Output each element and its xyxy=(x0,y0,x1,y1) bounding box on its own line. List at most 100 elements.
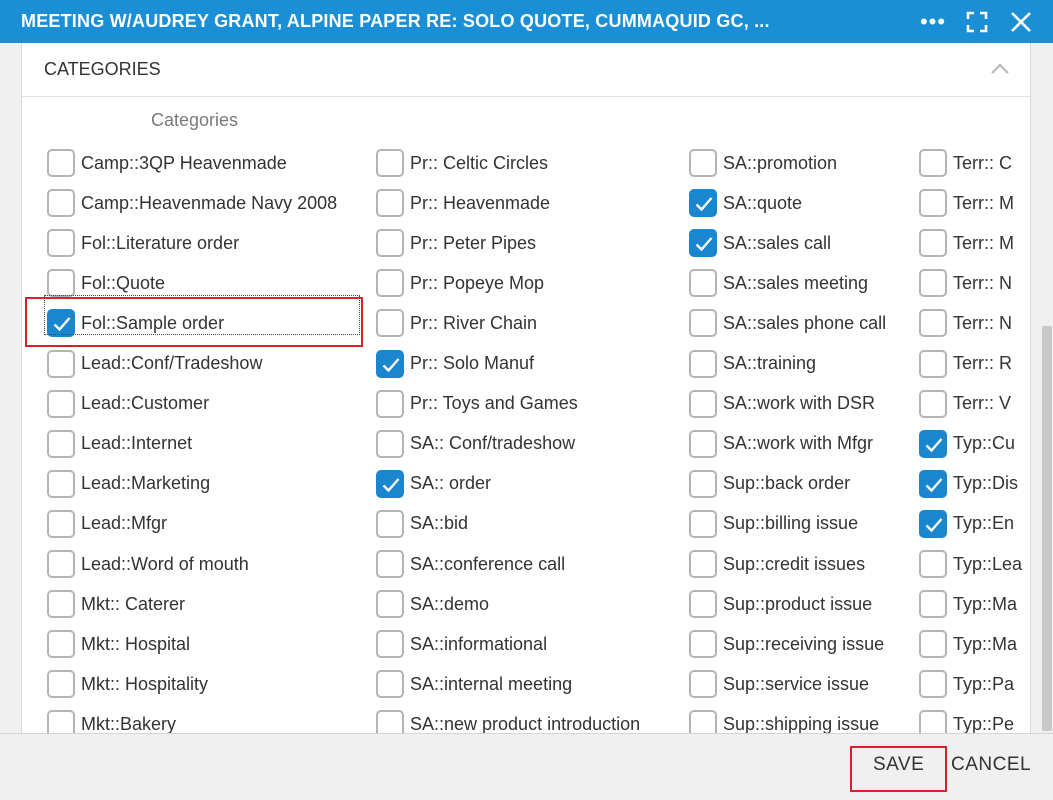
checkbox-unchecked[interactable] xyxy=(919,309,947,338)
category-checkbox[interactable]: Lead::Marketing xyxy=(47,467,210,501)
checkbox-unchecked[interactable] xyxy=(919,630,947,659)
category-checkbox[interactable]: Pr:: Solo Manuf xyxy=(376,347,534,381)
checkbox-unchecked[interactable] xyxy=(689,550,717,578)
checkbox-unchecked[interactable] xyxy=(376,670,404,699)
category-checkbox[interactable]: Terr:: R xyxy=(919,347,1012,381)
checkbox-unchecked[interactable] xyxy=(47,429,75,458)
checkbox-unchecked[interactable] xyxy=(919,670,947,699)
category-checkbox[interactable]: Lead::Mfgr xyxy=(47,507,167,541)
category-checkbox[interactable]: Pr:: River Chain xyxy=(376,306,537,340)
category-checkbox[interactable]: Camp::3QP Heavenmade xyxy=(47,146,287,180)
checkbox-checked[interactable] xyxy=(689,189,717,218)
category-checkbox[interactable]: Mkt::Bakery xyxy=(47,707,176,733)
checkbox-unchecked[interactable] xyxy=(47,229,75,258)
category-checkbox[interactable]: Terr:: N xyxy=(919,306,1012,340)
checkbox-unchecked[interactable] xyxy=(689,349,717,378)
category-checkbox[interactable]: Camp::Heavenmade Navy 2008 xyxy=(47,186,337,220)
checkbox-unchecked[interactable] xyxy=(376,189,404,218)
checkbox-unchecked[interactable] xyxy=(919,189,947,218)
category-checkbox[interactable]: SA::sales meeting xyxy=(689,266,868,300)
checkbox-unchecked[interactable] xyxy=(689,269,717,298)
scrollbar[interactable] xyxy=(1038,140,1053,733)
checkbox-unchecked[interactable] xyxy=(47,269,75,298)
checkbox-unchecked[interactable] xyxy=(689,469,717,498)
category-checkbox[interactable]: Typ::Pa xyxy=(919,667,1014,701)
close-icon[interactable] xyxy=(1005,6,1037,38)
checkbox-unchecked[interactable] xyxy=(47,469,75,498)
category-checkbox[interactable]: Terr:: V xyxy=(919,387,1011,421)
checkbox-unchecked[interactable] xyxy=(689,710,717,733)
category-checkbox[interactable]: Sup::receiving issue xyxy=(689,627,884,661)
category-checkbox[interactable]: Sup::product issue xyxy=(689,587,872,621)
category-checkbox[interactable]: Sup::billing issue xyxy=(689,507,858,541)
category-checkbox[interactable]: Lead::Word of mouth xyxy=(47,547,249,581)
category-checkbox[interactable]: SA::work with DSR xyxy=(689,387,875,421)
checkbox-unchecked[interactable] xyxy=(47,509,75,538)
category-checkbox[interactable]: SA::promotion xyxy=(689,146,837,180)
checkbox-unchecked[interactable] xyxy=(47,670,75,699)
category-checkbox[interactable]: Mkt:: Hospital xyxy=(47,627,190,661)
checkbox-unchecked[interactable] xyxy=(47,710,75,733)
category-checkbox[interactable]: Mkt:: Caterer xyxy=(47,587,185,621)
checkbox-unchecked[interactable] xyxy=(689,670,717,699)
checkbox-unchecked[interactable] xyxy=(919,590,947,619)
category-checkbox[interactable]: Typ::Lea xyxy=(919,547,1022,581)
checkbox-checked[interactable] xyxy=(919,469,947,498)
category-checkbox[interactable]: Typ::Cu xyxy=(919,427,1015,461)
category-checkbox[interactable]: SA::sales phone call xyxy=(689,306,886,340)
category-checkbox[interactable]: Mkt:: Hospitality xyxy=(47,667,208,701)
checkbox-unchecked[interactable] xyxy=(919,149,947,177)
checkbox-unchecked[interactable] xyxy=(689,309,717,338)
checkbox-unchecked[interactable] xyxy=(47,149,75,177)
checkbox-checked[interactable] xyxy=(919,429,947,458)
category-checkbox[interactable]: Terr:: C xyxy=(919,146,1012,180)
category-checkbox[interactable]: Lead::Conf/Tradeshow xyxy=(47,347,262,381)
checkbox-checked[interactable] xyxy=(689,229,717,258)
category-checkbox[interactable]: Pr:: Toys and Games xyxy=(376,387,578,421)
checkbox-checked[interactable] xyxy=(376,349,404,378)
checkbox-unchecked[interactable] xyxy=(47,550,75,578)
category-checkbox[interactable]: Terr:: N xyxy=(919,266,1012,300)
expand-icon[interactable] xyxy=(961,6,993,38)
more-options-icon[interactable]: ••• xyxy=(917,6,949,38)
checkbox-unchecked[interactable] xyxy=(376,630,404,659)
category-checkbox[interactable]: Typ::Ma xyxy=(919,627,1017,661)
category-checkbox[interactable]: Sup::credit issues xyxy=(689,547,865,581)
checkbox-unchecked[interactable] xyxy=(376,269,404,298)
checkbox-unchecked[interactable] xyxy=(919,389,947,418)
category-checkbox[interactable]: SA:: order xyxy=(376,467,491,501)
category-checkbox[interactable]: Pr:: Popeye Mop xyxy=(376,266,544,300)
checkbox-unchecked[interactable] xyxy=(689,630,717,659)
checkbox-unchecked[interactable] xyxy=(689,389,717,418)
category-checkbox[interactable]: Typ::Pe xyxy=(919,707,1014,733)
checkbox-unchecked[interactable] xyxy=(376,429,404,458)
checkbox-unchecked[interactable] xyxy=(919,550,947,578)
checkbox-unchecked[interactable] xyxy=(689,429,717,458)
checkbox-unchecked[interactable] xyxy=(376,710,404,733)
checkbox-unchecked[interactable] xyxy=(919,349,947,378)
category-checkbox[interactable]: SA:: Conf/tradeshow xyxy=(376,427,575,461)
checkbox-unchecked[interactable] xyxy=(47,630,75,659)
category-checkbox[interactable]: Sup::back order xyxy=(689,467,850,501)
category-checkbox[interactable]: SA::training xyxy=(689,347,816,381)
checkbox-unchecked[interactable] xyxy=(689,509,717,538)
category-checkbox[interactable]: SA::informational xyxy=(376,627,547,661)
category-checkbox[interactable]: Pr:: Heavenmade xyxy=(376,186,550,220)
checkbox-unchecked[interactable] xyxy=(919,269,947,298)
checkbox-unchecked[interactable] xyxy=(376,550,404,578)
category-checkbox[interactable]: Typ::Dis xyxy=(919,467,1018,501)
checkbox-unchecked[interactable] xyxy=(376,389,404,418)
checkbox-checked[interactable] xyxy=(376,469,404,498)
category-checkbox[interactable]: Pr:: Peter Pipes xyxy=(376,226,536,260)
scrollbar-thumb[interactable] xyxy=(1042,326,1052,731)
category-checkbox[interactable]: SA::demo xyxy=(376,587,489,621)
category-checkbox[interactable]: SA::bid xyxy=(376,507,468,541)
checkbox-unchecked[interactable] xyxy=(47,349,75,378)
category-checkbox[interactable]: Sup::service issue xyxy=(689,667,869,701)
category-checkbox[interactable]: Lead::Internet xyxy=(47,427,192,461)
category-checkbox[interactable]: SA::conference call xyxy=(376,547,565,581)
checkbox-unchecked[interactable] xyxy=(689,149,717,177)
category-checkbox[interactable]: Typ::En xyxy=(919,507,1014,541)
category-checkbox[interactable]: Lead::Customer xyxy=(47,387,209,421)
save-button[interactable]: SAVE xyxy=(873,754,924,776)
